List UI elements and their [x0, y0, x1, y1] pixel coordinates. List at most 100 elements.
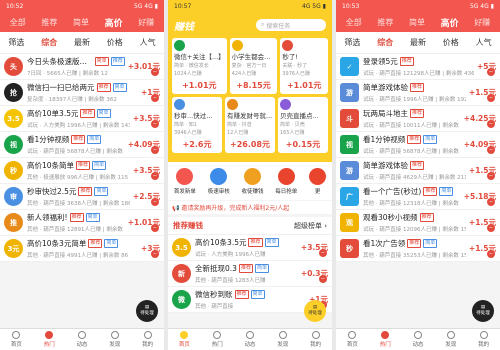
nav-feed[interactable]: 动态 — [76, 331, 88, 348]
task-title-line: 高价10条3.5元 推荐 简单 — [195, 237, 298, 248]
task-row[interactable]: 视 看1分钟视频 推荐 简单 试玩 · 葫芦直接 56878人已赚 | 剩余数 34… — [0, 132, 164, 158]
task-row[interactable]: 斗 玩两局斗地主 推荐 试玩 · 葫芦直接 10011人已赚 | 剩余数 186 … — [336, 106, 500, 132]
task-row[interactable]: 游 简单游戏体验 推荐 试玩 · 葫芦直接 4629人已赚 | 剩余数 211 +… — [336, 158, 500, 184]
featured-task-card[interactable]: 秒审...快过... 简单 · 知1 3946人已赚 +2.6元 — [172, 97, 222, 153]
task-row[interactable]: 头 今日头条极速版填码 简单 推荐 7日回 · 5665人已赚 | 剩余数 12 +… — [0, 54, 164, 80]
nav-discover[interactable]: 发现 — [445, 331, 456, 348]
task-row[interactable]: 观 观看30秒小视频 推荐 试玩 · 葫芦直接 12096人已赚 | 剩余数 15… — [336, 210, 500, 236]
sort-comprehensive[interactable]: 综合 — [41, 37, 57, 48]
tab-simple[interactable]: 简单 — [70, 15, 92, 30]
tab-simple[interactable]: 简单 — [406, 15, 428, 30]
pending-button[interactable]: ▤ 待处理 — [304, 300, 326, 322]
task-row[interactable]: 游 简单游戏体验 推荐 试玩 · 葫芦直接 1996人已赚 | 剩余数 192 +… — [336, 80, 500, 106]
task-info: 高价10条3元简单 推荐 简单 其他 · 葫芦直接 4991人已赚 | 剩余数 86 — [27, 238, 138, 259]
card-meta: 简单 · 知1 — [174, 122, 197, 128]
tab-recommend[interactable]: 推荐 — [374, 15, 396, 30]
task-tag: 推荐 — [88, 239, 103, 248]
filter-button[interactable]: 筛选 — [8, 37, 24, 48]
nav-discover[interactable]: 发现 — [277, 331, 288, 348]
remove-icon[interactable]: − — [487, 120, 495, 128]
sort-popularity[interactable]: 人气 — [476, 37, 492, 48]
remove-icon[interactable]: − — [487, 198, 495, 206]
featured-task-card[interactable]: 有赚发财号就... 简单 · 抖音 12人已赚 +26.08元 — [225, 97, 275, 153]
featured-task-card[interactable]: 贝壳直播点... 简单 · 贝壳 165人已赚 +0.15元 — [278, 97, 328, 153]
remove-icon[interactable]: − — [487, 146, 495, 154]
task-tag: 推荐 — [238, 264, 253, 273]
task-title: 简单游戏体验 — [363, 83, 408, 92]
task-row[interactable]: 秒 看1次广告领 推荐 简单 其他 · 葫芦直接 35253人已赚 | 剩余数 15… — [336, 236, 500, 262]
remove-icon[interactable]: − — [151, 224, 159, 232]
remove-icon[interactable]: − — [487, 68, 495, 76]
remove-icon[interactable]: − — [487, 224, 495, 232]
nav-discover[interactable]: 发现 — [109, 331, 120, 348]
tab-high-price[interactable]: 高价 — [102, 14, 126, 31]
remove-icon[interactable]: − — [487, 250, 495, 258]
sort-latest[interactable]: 最新 — [74, 37, 90, 48]
quick-more[interactable]: 更 — [309, 167, 327, 195]
remove-icon[interactable]: − — [487, 172, 495, 180]
sort-price[interactable]: 价格 — [443, 37, 459, 48]
task-row[interactable]: 3.5 高价10条3.5元 推荐 简单 试玩 · 人方美购 1996人已赚 +3.5… — [168, 235, 332, 261]
tab-easy-earn[interactable]: 好赚 — [135, 15, 157, 30]
quick-daily[interactable]: 每日抢单 — [275, 167, 297, 195]
task-row[interactable]: 秒 高价10条简单 推荐 简单 其他 · 极速展放 996人已赚 | 剩余数 115… — [0, 158, 164, 184]
nav-profile[interactable]: 我的 — [478, 331, 489, 348]
remove-icon[interactable]: − — [151, 198, 159, 206]
task-row[interactable]: 3.5 高价10单3.5元 推荐 简单 试玩 · 人方美购 1996人已赚 | 剩余… — [0, 106, 164, 132]
remove-icon[interactable]: − — [151, 94, 159, 102]
task-info: 全新抵现0.3 推荐 简单 其他 · 葫芦直接 1283人已赚 — [195, 263, 298, 284]
nav-hot[interactable]: 热门 — [44, 331, 55, 348]
sort-comprehensive[interactable]: 综合 — [377, 37, 393, 48]
nav-profile[interactable]: 我的 — [310, 331, 321, 348]
filter-button[interactable]: 筛选 — [344, 37, 360, 48]
nav-profile[interactable]: 我的 — [142, 331, 153, 348]
tab-easy-earn[interactable]: 好赚 — [471, 15, 493, 30]
task-avatar-icon: 秒 — [4, 161, 23, 180]
featured-task-card[interactable]: 秒了! 关联 · 秒了 3976人已赚 +1.01元 — [280, 38, 328, 94]
nav-home[interactable]: 首页 — [11, 331, 22, 348]
nav-hot[interactable]: 热门 — [380, 331, 391, 348]
notice-banner[interactable]: 📢 邀请奖励再升级，完成新人福利2元/人起 — [168, 200, 332, 214]
pending-label: 待处理 — [476, 311, 490, 316]
remove-icon[interactable]: − — [487, 94, 495, 102]
remove-icon[interactable]: − — [151, 68, 159, 76]
remove-icon[interactable]: − — [151, 146, 159, 154]
remove-icon[interactable]: − — [151, 250, 159, 258]
featured-task-card[interactable]: 小学生都会... 复杂 · 官方一日 424人已赚 +8.15元 — [229, 38, 278, 94]
task-row[interactable]: 抢 微信扫一扫已给两元 推荐 简单 复杂度 · 18397人已赚 | 剩余数 362… — [0, 80, 164, 106]
task-row[interactable]: 审 秒审快过2.5元 推荐 简单 其他 · 葫芦直接 3638人已赚 | 剩余数 1… — [0, 184, 164, 210]
nav-feed[interactable]: 动态 — [412, 331, 424, 348]
remove-icon[interactable]: − — [151, 120, 159, 128]
nav-feed[interactable]: 动态 — [244, 331, 256, 348]
task-row[interactable]: 推 新人领福利! 推荐 简单 其他 · 葫芦直接 12891人已赚 | 剩余数 19… — [0, 210, 164, 236]
tab-recommend[interactable]: 推荐 — [38, 15, 60, 30]
tab-all[interactable]: 全部 — [343, 15, 365, 30]
task-avatar-icon: 观 — [340, 213, 359, 232]
nav-hot[interactable]: 热门 — [212, 331, 223, 348]
task-row[interactable]: 广 看一个广告(秒过) 推荐 简单 其他 · 葫芦直接 12318人已赚 | 剩余数… — [336, 184, 500, 210]
remove-icon[interactable]: − — [151, 172, 159, 180]
sort-latest[interactable]: 最新 — [410, 37, 426, 48]
sort-price[interactable]: 价格 — [107, 37, 123, 48]
remove-icon[interactable]: − — [319, 249, 327, 257]
remove-icon[interactable]: − — [319, 275, 327, 283]
task-row[interactable]: 3元 高价10条3元简单 推荐 简单 其他 · 葫芦直接 4991人已赚 | 剩余数… — [0, 236, 164, 262]
sort-popularity[interactable]: 人气 — [140, 37, 156, 48]
task-title-line: 高价10条简单 推荐 简单 — [27, 160, 130, 171]
featured-cards: 微信+关注【...】 简单 · 微信发长 1024人已赚 +1.01元 小学生都… — [168, 38, 332, 162]
task-row[interactable]: 新 全新抵现0.3 推荐 简单 其他 · 葫芦直接 1283人已赚 +0.3元 − — [168, 261, 332, 287]
featured-task-card[interactable]: 微信+关注【...】 简单 · 微信发长 1024人已赚 +1.01元 — [172, 38, 227, 94]
search-input[interactable]: ⌕ 搜索任务 — [256, 19, 326, 31]
tab-all[interactable]: 全部 — [7, 15, 29, 30]
nav-home[interactable]: 首页 — [179, 331, 190, 348]
pending-button[interactable]: ▤ 待处理 — [472, 300, 494, 322]
pending-button[interactable]: ▤ 待处理 — [136, 300, 158, 322]
task-row[interactable]: ✓ 登录领5元 推荐 试玩 · 葫芦直接 121298人已赚 | 剩余数 436 … — [336, 54, 500, 80]
task-row[interactable]: 视 看1分钟视频 推荐 简单 试玩 · 葫芦直接 56878人已赚 | 剩余数 34… — [336, 132, 500, 158]
quick-fast-review[interactable]: 极速审核 — [208, 167, 230, 195]
quick-invite[interactable]: 收徒赚钱 — [241, 167, 264, 195]
tab-high-price[interactable]: 高价 — [438, 14, 462, 31]
nav-home[interactable]: 首页 — [347, 331, 358, 348]
leaderboard-link[interactable]: 超级榜单 › — [294, 221, 327, 231]
quick-new-tasks[interactable]: 首发新单 — [174, 167, 196, 195]
